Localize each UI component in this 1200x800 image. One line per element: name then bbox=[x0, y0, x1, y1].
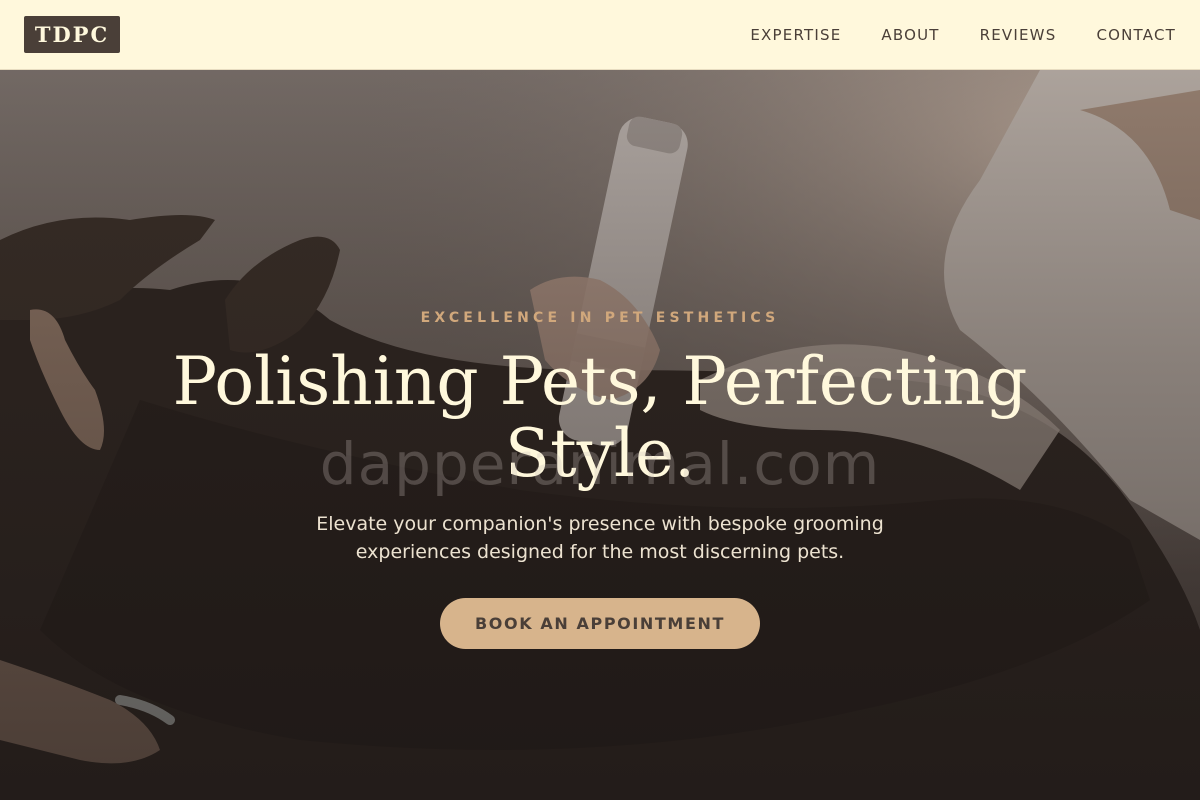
hero-eyebrow: EXCELLENCE IN PET ESTHETICS bbox=[420, 310, 780, 326]
logo[interactable]: TDPC bbox=[24, 16, 120, 53]
site-header: TDPC EXPERTISE ABOUT REVIEWS CONTACT bbox=[0, 0, 1200, 70]
main-nav: EXPERTISE ABOUT REVIEWS CONTACT bbox=[710, 26, 1176, 44]
hero-section: EXCELLENCE IN PET ESTHETICS Polishing Pe… bbox=[0, 70, 1200, 800]
nav-link-contact[interactable]: CONTACT bbox=[1096, 26, 1176, 44]
nav-link-about[interactable]: ABOUT bbox=[881, 26, 939, 44]
hero-content: EXCELLENCE IN PET ESTHETICS Polishing Pe… bbox=[0, 70, 1200, 800]
nav-link-expertise[interactable]: EXPERTISE bbox=[750, 26, 841, 44]
hero-headline: Polishing Pets, Perfecting Style. bbox=[172, 343, 1028, 492]
book-appointment-button[interactable]: BOOK AN APPOINTMENT bbox=[440, 598, 760, 649]
nav-link-reviews[interactable]: REVIEWS bbox=[980, 26, 1057, 44]
hero-subtext: Elevate your companion's presence with b… bbox=[316, 513, 884, 563]
